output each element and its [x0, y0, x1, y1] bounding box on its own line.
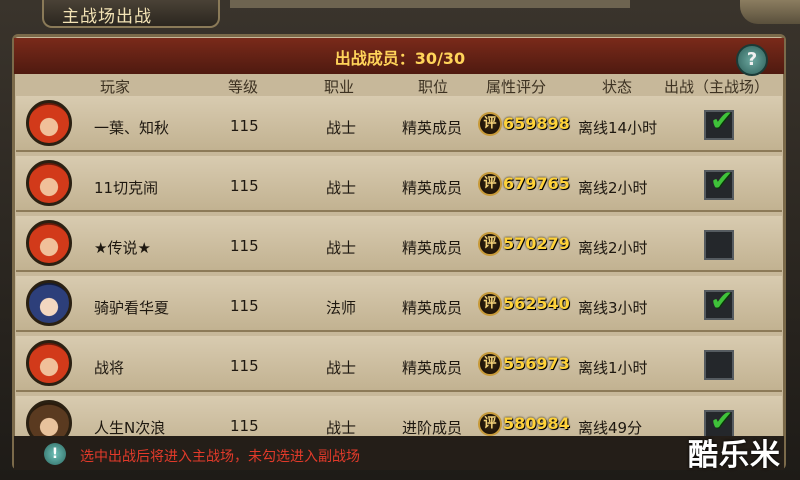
battle-checkbox[interactable] [704, 230, 734, 260]
column-rank: 职位 [418, 78, 449, 96]
watermark-logo: 酷乐米 [688, 438, 781, 473]
help-button[interactable]: ? [736, 44, 768, 76]
checkmark-icon: ✔ [710, 284, 734, 317]
rank-value: 精英成员 [402, 119, 463, 137]
class-value: 法师 [326, 299, 357, 317]
avatar[interactable] [26, 100, 72, 146]
corner-ornament [740, 0, 800, 24]
score-badge-icon: 评 [478, 112, 502, 136]
rank-value: 进阶成员 [402, 419, 463, 437]
score-value: 679765 [503, 174, 570, 193]
score-value: 570279 [503, 234, 570, 253]
rank-value: 精英成员 [402, 179, 463, 197]
battle-checkbox[interactable] [704, 350, 734, 380]
status-value: 离线2小时 [578, 239, 648, 257]
player-name: 11切克闹 [94, 179, 159, 197]
avatar[interactable] [26, 280, 72, 326]
column-level: 等级 [228, 78, 259, 96]
column-status: 状态 [602, 78, 633, 96]
members-count: 出战成员：30/30 [334, 49, 466, 68]
level-value: 115 [230, 357, 259, 375]
level-value: 115 [230, 297, 259, 315]
status-value: 离线1小时 [578, 359, 648, 377]
status-value: 离线3小时 [578, 299, 648, 317]
window-title: 主战场出战 [62, 7, 152, 27]
score-value: 556973 [503, 354, 570, 373]
column-score: 属性评分 [486, 78, 547, 96]
battle-checkbox[interactable]: ✔ [704, 104, 734, 140]
avatar[interactable] [26, 340, 72, 386]
rank-value: 精英成员 [402, 239, 463, 257]
avatar[interactable] [26, 160, 72, 206]
player-name: 人生N次浪 [94, 419, 166, 437]
score-badge-icon: 评 [478, 412, 502, 436]
class-value: 战士 [326, 119, 357, 137]
rank-value: 精英成员 [402, 299, 463, 317]
player-name: 战将 [94, 359, 125, 377]
score-value: 562540 [503, 294, 570, 313]
level-value: 115 [230, 237, 259, 255]
column-player: 玩家 [100, 78, 131, 96]
column-class: 职业 [324, 78, 355, 96]
player-name: 一葉、知秋 [94, 119, 170, 137]
class-value: 战士 [326, 359, 357, 377]
status-value: 离线2小时 [578, 179, 648, 197]
table-row[interactable] [16, 336, 782, 392]
checkmark-icon: ✔ [710, 164, 734, 197]
score-badge-icon: 评 [478, 172, 502, 196]
status-value: 离线49分 [578, 419, 643, 437]
class-value: 战士 [326, 179, 357, 197]
info-icon: ! [44, 443, 66, 465]
battle-checkbox[interactable]: ✔ [704, 164, 734, 200]
class-value: 战士 [326, 239, 357, 257]
score-badge-icon: 评 [478, 232, 502, 256]
top-ornament [230, 0, 630, 8]
score-value: 580984 [503, 414, 570, 433]
level-value: 115 [230, 117, 259, 135]
status-value: 离线14小时 [578, 119, 658, 137]
player-name: ★传说★ [94, 239, 151, 257]
level-value: 115 [230, 417, 259, 435]
score-badge-icon: 评 [478, 292, 502, 316]
footer-info-text: 选中出战后将进入主战场，未勾选进入副战场 [80, 449, 360, 465]
checkmark-icon: ✔ [710, 104, 734, 137]
class-value: 战士 [326, 419, 357, 437]
rank-value: 精英成员 [402, 359, 463, 377]
score-value: 659898 [503, 114, 570, 133]
score-badge-icon: 评 [478, 352, 502, 376]
column-battle: 出战（主战场） [664, 78, 770, 96]
avatar[interactable] [26, 220, 72, 266]
player-name: 骑驴看华夏 [94, 299, 170, 317]
level-value: 115 [230, 177, 259, 195]
battle-checkbox[interactable]: ✔ [704, 284, 734, 320]
